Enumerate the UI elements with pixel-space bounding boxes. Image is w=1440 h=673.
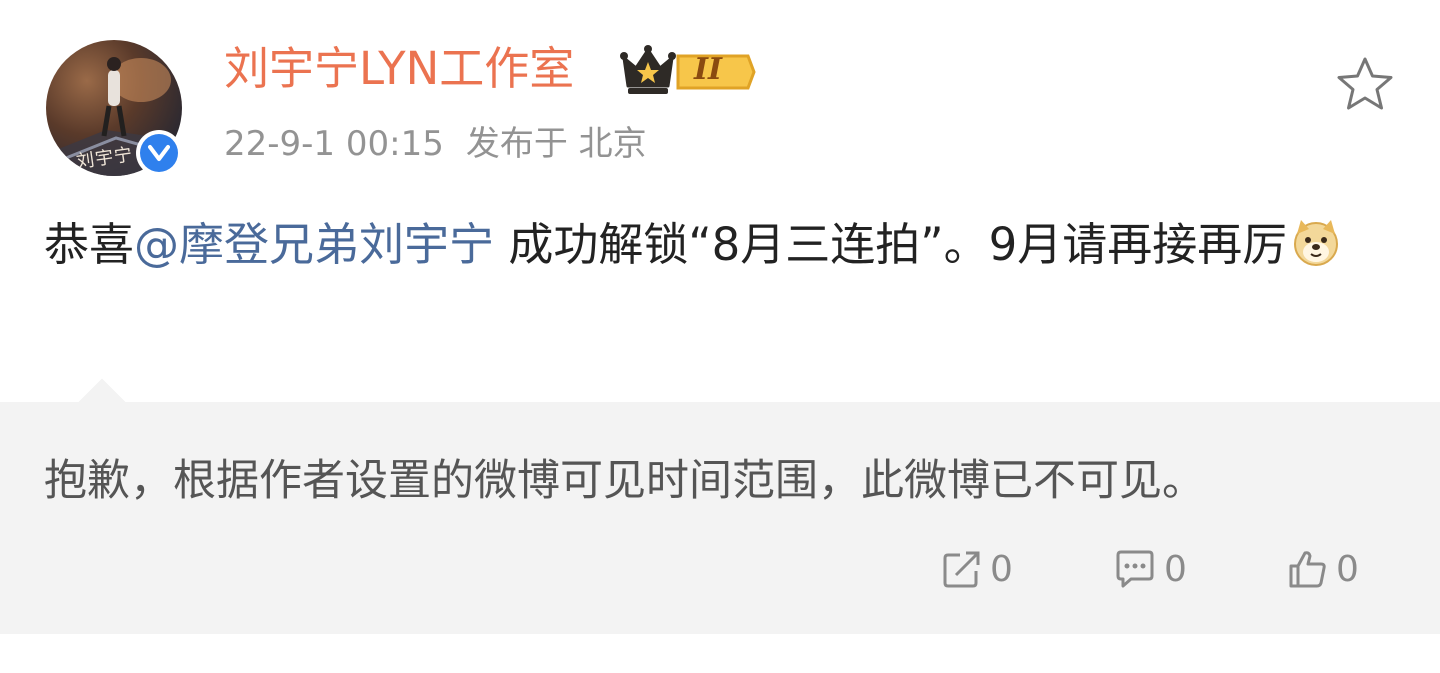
doge-emoji-icon [1291, 218, 1341, 281]
mention-link[interactable]: @摩登兄弟刘宇宁 [134, 218, 494, 271]
post-content: 恭喜@摩登兄弟刘宇宁 成功解锁“8月三连拍”。9月请再接再厉 [44, 216, 1404, 281]
comment-action[interactable]: 0 [1114, 544, 1187, 594]
vip-level-label: II [694, 52, 723, 87]
repost-icon [943, 551, 980, 588]
repost-panel [0, 402, 1440, 634]
post-timestamp: 22-9-1 00:15 [224, 124, 444, 164]
post-meta: 22-9-1 00:15 发布于 北京 [224, 124, 647, 165]
author-name[interactable]: 刘宇宁LYN工作室 [224, 42, 574, 96]
thumbs-up-icon [1289, 551, 1326, 588]
verified-badge-icon [136, 130, 182, 176]
repost-action[interactable]: 0 [942, 544, 1013, 594]
like-action[interactable]: 0 [1288, 544, 1359, 594]
vip-crown-badge[interactable]: II [620, 44, 756, 104]
repost-count: 0 [990, 548, 1013, 590]
favorite-star-icon[interactable] [1334, 55, 1396, 119]
content-prefix: 恭喜 [44, 218, 135, 271]
comment-count: 0 [1164, 548, 1187, 590]
post-location: 发布于 北京 [465, 124, 647, 164]
comment-icon [1116, 550, 1154, 588]
content-suffix: 成功解锁“8月三连拍”。9月请再接再厉 [494, 218, 1288, 271]
like-count: 0 [1336, 548, 1359, 590]
unavailable-notice: 抱歉，根据作者设置的微博可见时间范围，此微博已不可见。 [44, 456, 1205, 506]
